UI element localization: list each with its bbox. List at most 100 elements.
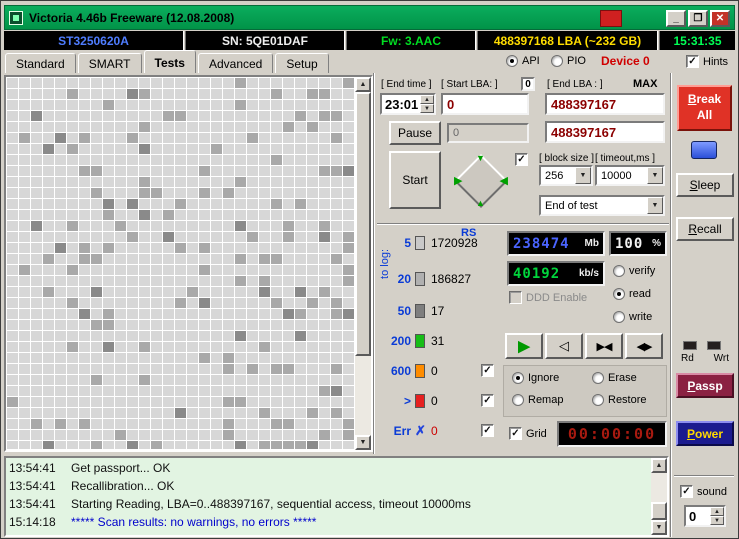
scan-block <box>31 331 42 341</box>
end-of-test-select[interactable]: End of test ▼ <box>539 195 665 216</box>
passport-button[interactable]: Passp <box>676 373 734 398</box>
ignore-option[interactable]: Ignore <box>512 372 559 384</box>
scan-block <box>319 386 330 396</box>
close-button[interactable]: ✕ <box>710 10 730 27</box>
loop-checkbox[interactable] <box>515 153 528 166</box>
pio-mode-option[interactable]: PIO <box>551 55 586 67</box>
tab-tests[interactable]: Tests <box>143 50 196 73</box>
dropdown-arrow-icon[interactable]: ▼ <box>647 167 663 184</box>
title-bar[interactable]: Victoria 4.46b Freeware (12.08.2008) _ ❐… <box>4 5 735 30</box>
grid-option[interactable]: Grid <box>509 427 547 440</box>
scan-block <box>235 133 246 143</box>
titlebar-indicator[interactable] <box>600 10 622 27</box>
erase-option[interactable]: Erase <box>592 372 637 384</box>
end-time-value[interactable]: 23:01 <box>382 95 420 113</box>
jog-right-arrow-icon[interactable]: ◀ <box>500 176 508 187</box>
remap-option[interactable]: Remap <box>512 394 563 406</box>
current-lba-field[interactable]: 488397167 <box>545 121 665 143</box>
maximize-button[interactable]: ❐ <box>688 10 708 27</box>
scroll-thumb[interactable] <box>355 92 371 357</box>
write-radio[interactable] <box>613 311 625 323</box>
hints-option[interactable]: Hints <box>686 55 728 68</box>
sound-level-spinner[interactable]: 0 ▲ ▼ <box>684 505 726 527</box>
ignore-radio[interactable] <box>512 372 524 384</box>
sound-checkbox[interactable] <box>680 485 693 498</box>
dropdown-arrow-icon[interactable]: ▼ <box>647 197 663 214</box>
start-lba-input[interactable]: 0 <box>441 93 529 115</box>
remap-radio[interactable] <box>512 394 524 406</box>
jog-left-arrow-icon[interactable]: ▶ <box>454 176 462 187</box>
sleep-button[interactable]: Sleep <box>676 173 734 197</box>
rewind-button[interactable]: ◁ <box>545 333 583 359</box>
jog-up-arrow-icon[interactable]: ▼ <box>476 154 485 163</box>
power-label: Power <box>686 426 724 441</box>
start-button[interactable]: Start <box>389 151 441 209</box>
spin-down-icon[interactable]: ▼ <box>420 104 434 113</box>
scan-block <box>175 144 186 154</box>
max-lba-tag[interactable]: MAX <box>633 78 657 90</box>
end-time-spinner[interactable]: 23:01 ▲ ▼ <box>380 93 436 115</box>
tab-advanced[interactable]: Advanced <box>197 53 274 73</box>
power-button[interactable]: Power <box>676 421 734 446</box>
verify-option[interactable]: verify <box>613 265 655 277</box>
spin-up-icon[interactable]: ▲ <box>420 95 434 104</box>
timeout-select[interactable]: 10000 ▼ <box>595 165 665 186</box>
recall-button[interactable]: Recall <box>676 217 734 241</box>
sound-option[interactable]: sound <box>680 485 727 498</box>
play-button[interactable]: ▶ <box>505 333 543 359</box>
seek-back-button[interactable]: ◀▶ <box>625 333 663 359</box>
scan-block <box>331 199 342 209</box>
scroll-thumb[interactable] <box>651 502 667 520</box>
block-size-select[interactable]: 256 ▼ <box>539 165 593 186</box>
pio-radio[interactable] <box>551 55 563 67</box>
scan-block <box>235 386 246 396</box>
counter-log-checkbox[interactable] <box>481 394 494 407</box>
counter-color-block <box>415 334 425 348</box>
restore-radio[interactable] <box>592 394 604 406</box>
counter-log-checkbox[interactable] <box>481 364 494 377</box>
ddd-enable-checkbox[interactable] <box>509 291 522 304</box>
minimize-button[interactable]: _ <box>666 10 686 27</box>
erase-radio[interactable] <box>592 372 604 384</box>
scroll-down-button[interactable]: ▼ <box>355 435 371 450</box>
scan-block <box>295 320 306 330</box>
dropdown-arrow-icon[interactable]: ▼ <box>575 167 591 184</box>
end-lba-input[interactable]: 488397167 <box>545 93 665 115</box>
sound-level-value[interactable]: 0 <box>686 507 710 525</box>
scan-scrollbar[interactable]: ▲ ▼ <box>355 77 371 450</box>
scroll-up-button[interactable]: ▲ <box>355 77 371 92</box>
seek-forward-button[interactable]: ▶◀ <box>585 333 623 359</box>
scan-block <box>139 397 150 407</box>
log-scrollbar[interactable]: ▲ ▼ <box>651 458 667 535</box>
spin-up-icon[interactable]: ▲ <box>710 507 724 516</box>
scan-block <box>43 254 54 264</box>
read-radio[interactable] <box>613 288 625 300</box>
spin-down-icon[interactable]: ▼ <box>710 516 724 525</box>
read-option[interactable]: read <box>613 288 651 300</box>
pause-button[interactable]: Pause <box>389 121 441 145</box>
tab-standard[interactable]: Standard <box>5 53 76 73</box>
scan-block <box>235 375 246 385</box>
jog-down-arrow-icon[interactable]: ▲ <box>476 199 485 208</box>
tab-setup[interactable]: Setup <box>275 53 329 73</box>
scan-block <box>259 320 270 330</box>
jog-control[interactable]: ▶ ◀ ▼ ▲ <box>449 149 513 213</box>
write-option[interactable]: write <box>613 311 652 323</box>
grid-checkbox[interactable] <box>509 427 522 440</box>
api-radio[interactable] <box>506 55 518 67</box>
verify-radio[interactable] <box>613 265 625 277</box>
scroll-track[interactable] <box>651 473 667 520</box>
scan-block <box>175 397 186 407</box>
api-mode-option[interactable]: API <box>506 55 540 67</box>
ddd-enable-option[interactable]: DDD Enable <box>509 291 587 304</box>
scan-block <box>67 232 78 242</box>
scroll-down-button[interactable]: ▼ <box>651 520 667 535</box>
counter-log-checkbox[interactable] <box>481 424 494 437</box>
restore-option[interactable]: Restore <box>592 394 647 406</box>
hints-checkbox[interactable] <box>686 55 699 68</box>
scroll-track[interactable] <box>355 92 371 435</box>
break-all-button[interactable]: Break All <box>677 85 732 131</box>
scroll-up-button[interactable]: ▲ <box>651 458 667 473</box>
scan-block <box>283 276 294 286</box>
tab-smart[interactable]: SMART <box>77 53 142 73</box>
